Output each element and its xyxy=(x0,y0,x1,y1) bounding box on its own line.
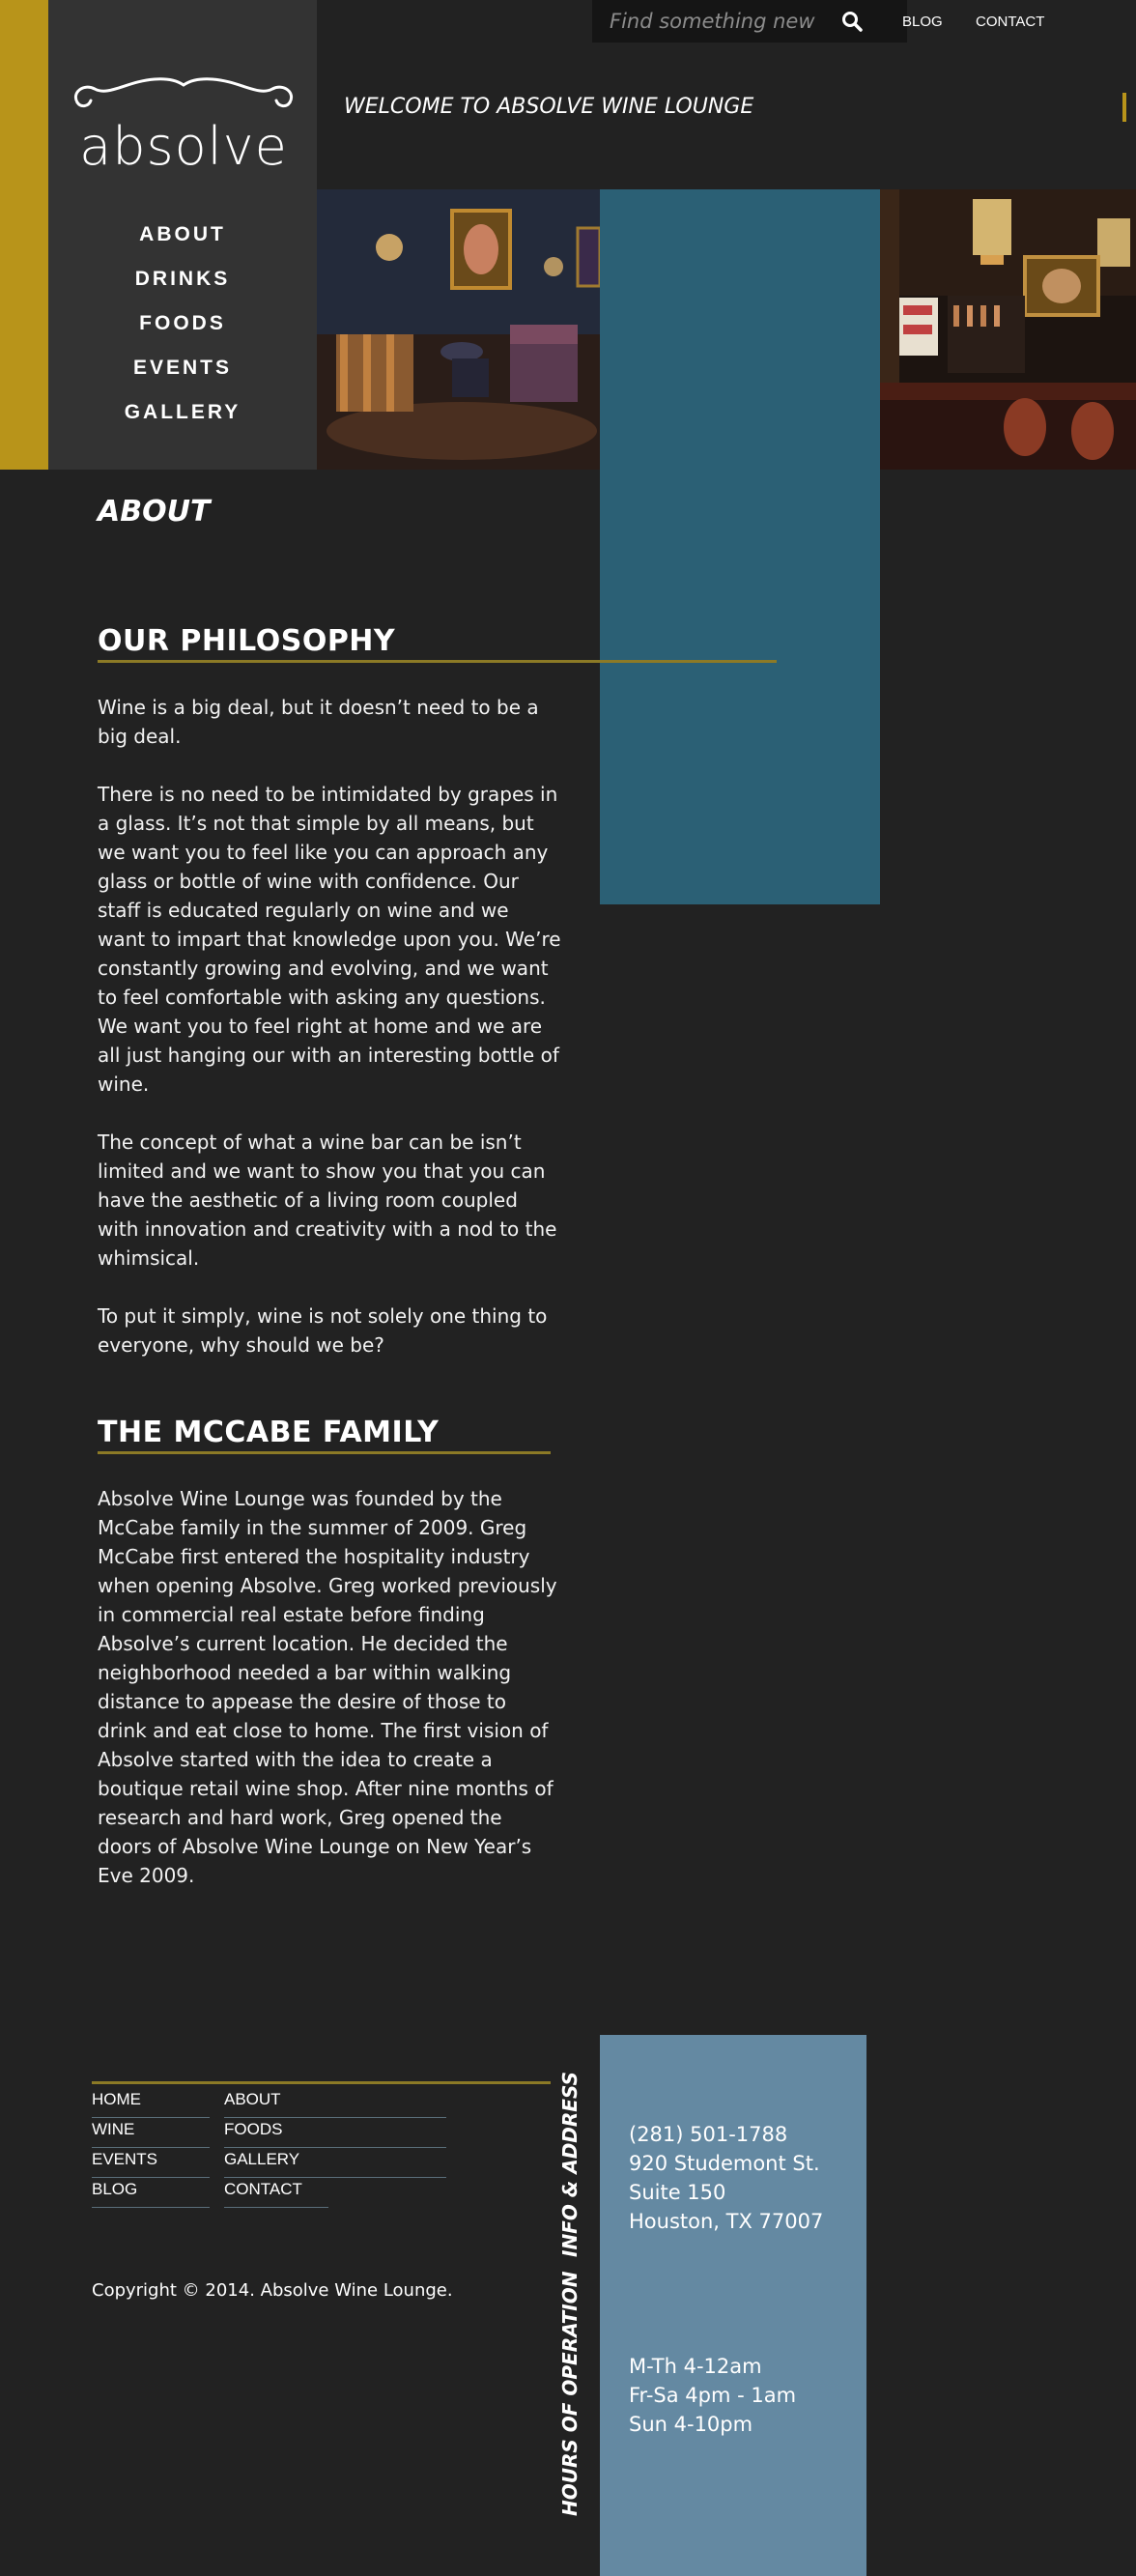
philosophy-divider xyxy=(98,660,777,663)
hours-line: Fr-Sa 4pm - 1am xyxy=(629,2384,797,2407)
site-logo[interactable]: absolve xyxy=(70,75,298,177)
address-line: 920 Studemont St. xyxy=(629,2152,820,2175)
nav-item-drinks[interactable]: DRINKS xyxy=(48,259,317,303)
info-address-label: INFO & ADDRESS xyxy=(558,2071,582,2257)
nav-item-events[interactable]: EVENTS xyxy=(48,348,317,392)
main-nav: ABOUT DRINKS FOODS EVENTS GALLERY xyxy=(48,215,317,437)
footer-divider xyxy=(92,2081,551,2084)
footer-link-blog[interactable]: BLOG xyxy=(92,2178,210,2208)
footer-link-events[interactable]: EVENTS xyxy=(92,2148,210,2178)
hours-line: Sun 4-10pm xyxy=(629,2413,753,2436)
search-icon[interactable] xyxy=(840,10,864,33)
logo-text: absolve xyxy=(79,116,288,177)
family-heading: THE MCCABE FAMILY xyxy=(98,1416,440,1449)
footer-link-home[interactable]: HOME xyxy=(92,2088,210,2118)
family-paragraph: Absolve Wine Lounge was founded by the M… xyxy=(98,1487,557,1887)
footer-link-foods[interactable]: FOODS xyxy=(224,2118,446,2148)
footer-link-gallery[interactable]: GALLERY xyxy=(224,2148,446,2178)
search-input[interactable] xyxy=(610,4,851,39)
accent-strip xyxy=(0,0,48,470)
hours-label: HOURS OF OPERATION xyxy=(558,2271,582,2517)
edge-accent xyxy=(1122,93,1126,122)
lounge-photo xyxy=(317,189,600,470)
top-link-blog[interactable]: BLOG xyxy=(902,14,943,30)
family-divider xyxy=(98,1451,551,1454)
top-link-contact[interactable]: CONTACT xyxy=(976,14,1044,30)
address-line: Houston, TX 77007 xyxy=(629,2210,824,2233)
footer-link-contact[interactable]: CONTACT xyxy=(224,2178,328,2208)
phone-number[interactable]: (281) 501-1788 xyxy=(629,2120,787,2149)
philosophy-heading: OUR PHILOSOPHY xyxy=(98,624,396,658)
nav-item-about[interactable]: ABOUT xyxy=(48,215,317,259)
welcome-tagline: WELCOME TO ABSOLVE WINE LOUNGE xyxy=(344,95,754,119)
copyright-text: Copyright © 2014. Absolve Wine Lounge. xyxy=(92,2280,453,2301)
side-panel: absolve ABOUT DRINKS FOODS EVENTS GALLER… xyxy=(48,0,317,470)
nav-item-foods[interactable]: FOODS xyxy=(48,303,317,348)
nav-item-gallery[interactable]: GALLERY xyxy=(48,392,317,437)
philosophy-paragraph-3: The concept of what a wine bar can be is… xyxy=(98,1131,557,1270)
philosophy-paragraph-2: There is no need to be intimidated by gr… xyxy=(98,783,561,1096)
footer-link-about[interactable]: ABOUT xyxy=(224,2088,446,2118)
feature-column xyxy=(600,189,880,904)
bar-photo xyxy=(880,189,1136,470)
address-line: Suite 150 xyxy=(629,2181,726,2204)
philosophy-paragraph-4: To put it simply, wine is not solely one… xyxy=(98,1304,548,1357)
philosophy-paragraph-1: Wine is a big deal, but it doesn’t need … xyxy=(98,696,539,748)
hours-line: M-Th 4-12am xyxy=(629,2355,762,2378)
footer-link-wine[interactable]: WINE xyxy=(92,2118,210,2148)
page-title: ABOUT xyxy=(98,495,211,529)
info-panel: (281) 501-1788 920 Studemont St. Suite 1… xyxy=(600,2035,866,2576)
